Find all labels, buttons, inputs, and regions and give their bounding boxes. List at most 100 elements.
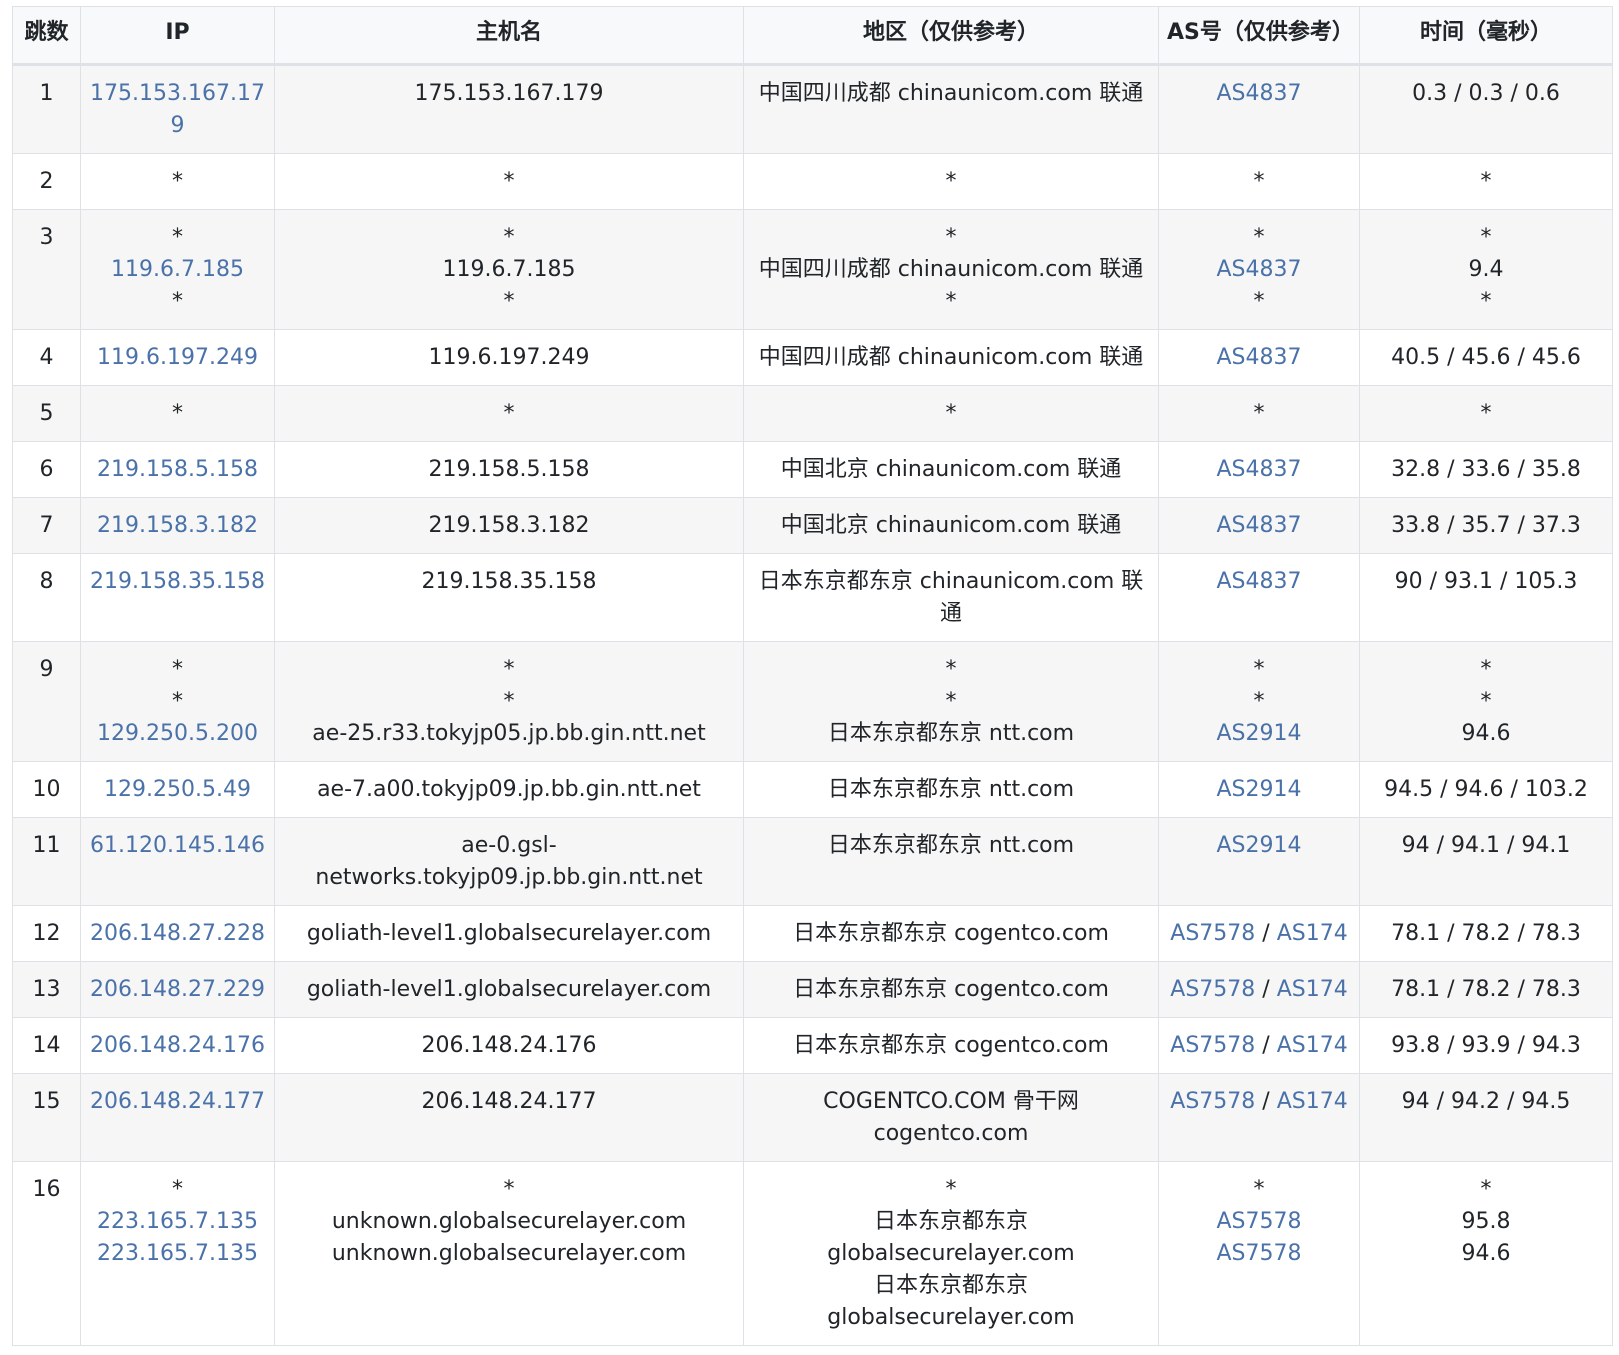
asn-timeout: * <box>1253 289 1265 314</box>
table-row: 7 219.158.3.182 219.158.3.182 中国北京 chinauni… <box>12 497 1613 554</box>
asn-link[interactable]: AS7578 <box>1170 1033 1255 1058</box>
cell-time: 94 / 94.2 / 94.5 <box>1359 1073 1613 1162</box>
traceroute-table-container: 跳数 IP 主机名 地区（仅供参考） AS号（仅供参考） 时间（毫秒） 1 175… <box>12 6 1613 1346</box>
header-hop: 跳数 <box>12 6 81 66</box>
cell-ip: 129.250.5.49 <box>80 761 275 818</box>
ip-link[interactable]: 219.158.5.158 <box>87 454 268 486</box>
asn-link[interactable]: AS7578 <box>1216 1209 1301 1234</box>
ip-link[interactable]: 206.148.24.176 <box>87 1030 268 1062</box>
cell-asn: AS2914 <box>1158 761 1360 818</box>
asn-link[interactable]: AS174 <box>1277 921 1348 946</box>
ip-timeout: * <box>172 657 183 682</box>
asn-link[interactable]: AS7578 <box>1170 1089 1255 1114</box>
cell-region: * 日本东京都东京 globalsecurelayer.com 日本东京都东京 gl… <box>743 1161 1159 1346</box>
time-text: * <box>1480 657 1492 682</box>
asn-timeout: * <box>1253 1177 1265 1202</box>
cell-asn: AS4837 <box>1158 441 1360 498</box>
header-ip: IP <box>80 6 275 66</box>
region-text: 日本东京都东京 cogentco.com <box>793 921 1109 946</box>
ip-link[interactable]: 129.250.5.49 <box>87 774 268 806</box>
ip-timeout: * <box>172 225 183 250</box>
ip-link[interactable]: 175.153.167.179 <box>87 78 268 142</box>
cell-time: * 95.8 94.6 <box>1359 1161 1613 1346</box>
time-text: 0.3 / 0.3 / 0.6 <box>1412 81 1560 106</box>
asn-link[interactable]: AS174 <box>1277 1033 1348 1058</box>
asn-line: AS4837 <box>1165 254 1353 286</box>
cell-hostname: 206.148.24.177 <box>274 1073 744 1162</box>
cell-ip: 175.153.167.179 <box>80 64 275 154</box>
cell-hop: 15 <box>12 1073 81 1162</box>
table-row: 13 206.148.27.229 goliath-level1.globalsec… <box>12 961 1613 1018</box>
asn-link[interactable]: AS4837 <box>1216 513 1301 538</box>
ip-timeout: * <box>172 1177 183 1202</box>
asn-link[interactable]: AS4837 <box>1216 457 1301 482</box>
cell-hop: 8 <box>12 553 81 642</box>
cell-region: 日本东京都东京 cogentco.com <box>743 1017 1159 1074</box>
asn-line: AS7578 / AS174 <box>1165 918 1353 950</box>
asn-link[interactable]: AS2914 <box>1216 721 1301 746</box>
table-row: 11 61.120.145.146 ae-0.gsl-networks.tokyjp… <box>12 817 1613 906</box>
cell-asn: AS7578 / AS174 <box>1158 905 1360 962</box>
region-text: 中国四川成都 chinaunicom.com 联通 <box>758 345 1144 370</box>
cell-hostname: goliath-level1.globalsecurelayer.com <box>274 961 744 1018</box>
asn-link[interactable]: AS7578 <box>1170 921 1255 946</box>
cell-asn: * AS4837 * <box>1158 209 1360 330</box>
table-row: 12 206.148.27.228 goliath-level1.globalsec… <box>12 905 1613 962</box>
ip-link[interactable]: 119.6.7.185 <box>87 254 268 286</box>
asn-link[interactable]: AS4837 <box>1216 345 1301 370</box>
cell-hop: 2 <box>12 153 81 210</box>
ip-link[interactable]: 61.120.145.146 <box>87 830 268 862</box>
cell-hostname: * 119.6.7.185 * <box>274 209 744 330</box>
ip-link[interactable]: 223.165.7.135 <box>87 1238 268 1270</box>
cell-ip: * 119.6.7.185 * <box>80 209 275 330</box>
asn-separator: / <box>1255 1033 1277 1058</box>
ip-link[interactable]: 206.148.27.228 <box>87 918 268 950</box>
asn-link[interactable]: AS7578 <box>1216 1241 1301 1266</box>
ip-link[interactable]: 129.250.5.200 <box>87 718 268 750</box>
time-text: 94.5 / 94.6 / 103.2 <box>1384 777 1588 802</box>
ip-link[interactable]: 219.158.3.182 <box>87 510 268 542</box>
cell-hostname: 219.158.3.182 <box>274 497 744 554</box>
ip-link[interactable]: 206.148.24.177 <box>87 1086 268 1118</box>
asn-link[interactable]: AS7578 <box>1170 977 1255 1002</box>
ip-link[interactable]: 119.6.197.249 <box>87 342 268 374</box>
hostname-text: * <box>503 169 515 194</box>
cell-time: 33.8 / 35.7 / 37.3 <box>1359 497 1613 554</box>
cell-time: 78.1 / 78.2 / 78.3 <box>1359 905 1613 962</box>
ip-link[interactable]: 223.165.7.135 <box>87 1206 268 1238</box>
cell-region: 中国北京 chinaunicom.com 联通 <box>743 441 1159 498</box>
region-text: 中国北京 chinaunicom.com 联通 <box>780 513 1122 538</box>
asn-link[interactable]: AS4837 <box>1216 257 1301 282</box>
region-text: * <box>945 1177 957 1202</box>
asn-link[interactable]: AS4837 <box>1216 81 1301 106</box>
hostname-text: * <box>503 657 515 682</box>
hostname-text: unknown.globalsecurelayer.com <box>331 1209 687 1234</box>
traceroute-table: 跳数 IP 主机名 地区（仅供参考） AS号（仅供参考） 时间（毫秒） 1 175… <box>12 6 1613 1346</box>
ip-link[interactable]: 219.158.35.158 <box>87 566 268 598</box>
asn-line: AS4837 <box>1165 342 1353 374</box>
asn-link[interactable]: AS174 <box>1277 977 1348 1002</box>
hostname-text: ae-0.gsl-networks.tokyjp09.jp.bb.gin.ntt… <box>315 833 703 890</box>
cell-ip: 206.148.24.176 <box>80 1017 275 1074</box>
time-text: 90 / 93.1 / 105.3 <box>1394 569 1578 594</box>
hostname-text: unknown.globalsecurelayer.com <box>331 1241 687 1266</box>
region-text: * <box>945 289 957 314</box>
asn-line: AS4837 <box>1165 78 1353 110</box>
asn-line: * <box>1165 166 1353 198</box>
header-hostname: 主机名 <box>274 6 744 66</box>
asn-link[interactable]: AS2914 <box>1216 777 1301 802</box>
cell-asn: AS4837 <box>1158 553 1360 642</box>
cell-hostname: ae-0.gsl-networks.tokyjp09.jp.bb.gin.ntt… <box>274 817 744 906</box>
region-text: 中国四川成都 chinaunicom.com 联通 <box>758 257 1144 282</box>
asn-link[interactable]: AS174 <box>1277 1089 1348 1114</box>
cell-region: 日本东京都东京 ntt.com <box>743 817 1159 906</box>
cell-time: * * 94.6 <box>1359 641 1613 762</box>
table-body: 1 175.153.167.179 175.153.167.179 中国四川成都 ch… <box>12 64 1613 1346</box>
table-row: 6 219.158.5.158 219.158.5.158 中国北京 chinauni… <box>12 441 1613 498</box>
asn-link[interactable]: AS2914 <box>1216 833 1301 858</box>
cell-ip: 219.158.3.182 <box>80 497 275 554</box>
ip-link[interactable]: 206.148.27.229 <box>87 974 268 1006</box>
asn-line: AS2914 <box>1165 830 1353 862</box>
asn-link[interactable]: AS4837 <box>1216 569 1301 594</box>
cell-asn: AS4837 <box>1158 497 1360 554</box>
